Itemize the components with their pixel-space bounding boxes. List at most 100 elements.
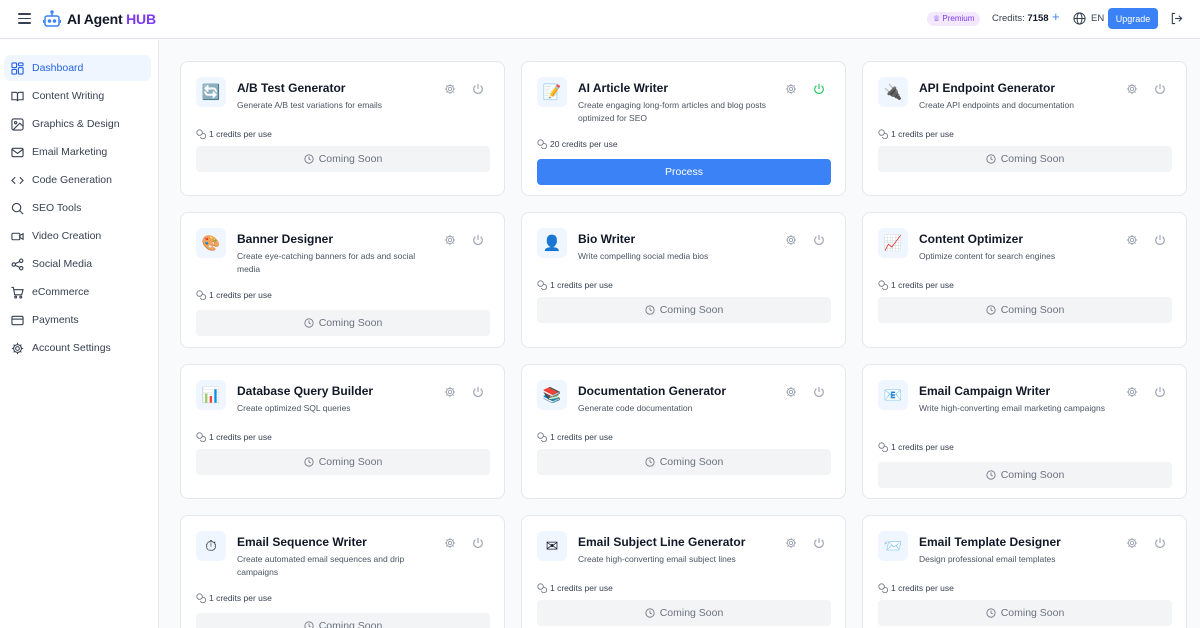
sidebar-item-label: Content Writing — [32, 90, 105, 102]
card-description: Create eye-catching banners for ads and … — [237, 251, 416, 274]
sidebar-item-social-media[interactable]: Social Media — [4, 251, 151, 277]
power-icon[interactable] — [1154, 536, 1166, 548]
coins-icon — [878, 280, 891, 290]
credits-per-use: 1 credits per use — [196, 129, 272, 139]
sidebar-item-dashboard[interactable]: Dashboard — [4, 55, 151, 81]
gear-icon[interactable] — [444, 233, 456, 246]
card-description: Create high-converting email subject lin… — [578, 554, 736, 564]
menu-icon[interactable] — [18, 13, 31, 24]
credits-per-use: 1 credits per use — [196, 290, 272, 300]
gear-icon[interactable] — [1126, 536, 1138, 549]
sidebar-item-label: Payments — [32, 314, 79, 326]
credits-text: 1 credits per use — [209, 432, 272, 442]
card-description: Write compelling social media bios — [578, 251, 709, 261]
envelope-icon: ✉ — [537, 531, 567, 561]
tool-card[interactable]: 🔄 A/B Test Generator Generate A/B test var… — [180, 61, 505, 196]
coming-soon-button: Coming Soon — [878, 462, 1172, 488]
sidebar-item-email-marketing[interactable]: Email Marketing — [4, 139, 151, 165]
power-icon[interactable] — [813, 385, 825, 397]
sidebar-item-graphics-design[interactable]: Graphics & Design — [4, 111, 151, 137]
power-icon[interactable] — [472, 233, 484, 245]
tool-card[interactable]: 📊 Database Query Builder Create optimized … — [180, 364, 505, 499]
power-icon[interactable] — [813, 536, 825, 548]
tool-card[interactable]: 📨 Email Template Designer Design professio… — [862, 515, 1187, 628]
sidebar-item-content-writing[interactable]: Content Writing — [4, 83, 151, 109]
power-icon[interactable] — [1154, 385, 1166, 397]
credits-value: 7158 — [1027, 13, 1049, 24]
logout-icon[interactable] — [1170, 12, 1183, 25]
power-icon[interactable] — [472, 82, 484, 94]
sidebar-item-label: Code Generation — [32, 174, 112, 186]
power-icon[interactable] — [813, 82, 825, 94]
sidebar-item-payments[interactable]: Payments — [4, 307, 151, 333]
credits-text: 1 credits per use — [209, 290, 272, 300]
card-description: Write high-converting email marketing ca… — [919, 403, 1105, 413]
cart-icon — [11, 286, 24, 299]
card-description: Design professional email templates — [919, 554, 1056, 564]
sidebar-item-label: Email Marketing — [32, 146, 108, 158]
power-icon[interactable] — [472, 385, 484, 397]
app-title[interactable]: AI Agent HUB — [67, 11, 156, 27]
coming-soon-button: Coming Soon — [196, 146, 490, 172]
sidebar-item-label: Social Media — [32, 258, 93, 270]
tool-card[interactable]: 📝 AI Article Writer Create engaging long-f… — [521, 61, 846, 196]
tool-card[interactable]: 👤 Bio Writer Write compelling social media… — [521, 212, 846, 348]
gear-icon[interactable] — [1126, 385, 1138, 398]
sidebar-item-account-settings[interactable]: Account Settings — [4, 335, 151, 361]
gear-icon[interactable] — [1126, 233, 1138, 246]
tool-card[interactable]: 📈 Content Optimizer Optimize content for s… — [862, 212, 1187, 348]
gear-icon[interactable] — [785, 82, 797, 95]
gear-icon[interactable] — [1126, 82, 1138, 95]
card-title: Email Subject Line Generator — [578, 535, 746, 549]
sidebar-item-ecommerce[interactable]: eCommerce — [4, 279, 151, 305]
tool-card[interactable]: 📚 Documentation Generator Generate code do… — [521, 364, 846, 499]
tool-card[interactable]: 📧 Email Campaign Writer Write high-convert… — [862, 364, 1187, 499]
button-label: Coming Soon — [318, 317, 383, 329]
clock-icon — [304, 621, 319, 628]
add-credits-button[interactable]: + — [1052, 10, 1060, 24]
tool-card[interactable]: 🎨 Banner Designer Create eye-catching bann… — [180, 212, 505, 348]
ab-test-icon: 🔄 — [196, 77, 226, 107]
power-icon[interactable] — [813, 233, 825, 245]
coming-soon-button: Coming Soon — [196, 449, 490, 475]
sidebar-item-label: Video Creation — [32, 230, 102, 242]
sidebar-item-code-generation[interactable]: Code Generation — [4, 167, 151, 193]
button-label: Coming Soon — [1000, 304, 1065, 316]
credits-text: 20 credits per use — [550, 139, 618, 149]
power-icon[interactable] — [1154, 82, 1166, 94]
gear-icon[interactable] — [785, 233, 797, 246]
gear-icon[interactable] — [444, 536, 456, 549]
sidebar-item-label: Graphics & Design — [32, 118, 120, 130]
card-title: Email Campaign Writer — [919, 384, 1051, 398]
card-title: Documentation Generator — [578, 384, 727, 398]
credits-per-use: 1 credits per use — [537, 280, 613, 290]
tool-card[interactable]: ⏱ Email Sequence Writer Create automated e… — [180, 515, 505, 628]
globe-icon[interactable] — [1073, 12, 1086, 25]
card-title: Database Query Builder — [237, 384, 374, 398]
power-icon[interactable] — [472, 536, 484, 548]
gear-icon[interactable] — [785, 536, 797, 549]
coming-soon-button: Coming Soon — [196, 310, 490, 336]
coins-icon — [878, 442, 891, 452]
card-title: AI Article Writer — [578, 81, 669, 95]
language-selector[interactable]: EN — [1091, 13, 1104, 24]
button-label: Process — [665, 166, 703, 178]
card-description: Create API endpoints and documentation — [919, 100, 1074, 110]
process-button[interactable]: Process — [537, 159, 831, 185]
books-icon: 📚 — [537, 380, 567, 410]
power-icon[interactable] — [1154, 233, 1166, 245]
gear-icon[interactable] — [444, 82, 456, 95]
tool-card[interactable]: ✉ Email Subject Line Generator Create high… — [521, 515, 846, 628]
sidebar-item-seo-tools[interactable]: SEO Tools — [4, 195, 151, 221]
sidebar-item-video-creation[interactable]: Video Creation — [4, 223, 151, 249]
palette-icon: 🎨 — [196, 228, 226, 258]
gear-icon[interactable] — [785, 385, 797, 398]
coming-soon-button: Coming Soon — [878, 297, 1172, 323]
upgrade-button[interactable]: Upgrade — [1108, 8, 1158, 29]
gear-icon[interactable] — [444, 385, 456, 398]
chart-up-icon: 📈 — [878, 228, 908, 258]
coins-icon — [537, 139, 550, 149]
clock-icon — [986, 470, 1001, 480]
search-icon — [11, 202, 24, 214]
tool-card[interactable]: 🔌 API Endpoint Generator Create API endpoi… — [862, 61, 1187, 196]
